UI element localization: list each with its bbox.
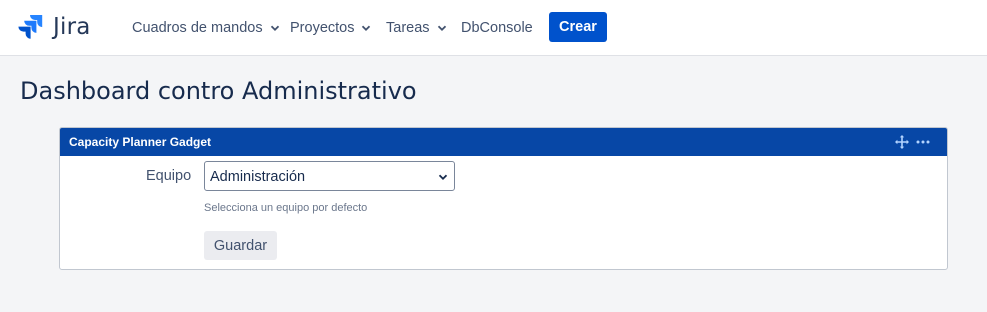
- nav-dbconsole[interactable]: DbConsole: [461, 17, 533, 39]
- page-title: Dashboard contro Administrativo: [20, 77, 417, 105]
- team-select-value: Administración: [210, 169, 306, 185]
- chevron-down-icon: [437, 25, 446, 31]
- chevron-down-icon: [270, 25, 279, 31]
- jira-logo-icon: [18, 14, 44, 40]
- move-icon[interactable]: [894, 134, 910, 150]
- capacity-planner-gadget: Capacity Planner Gadget Equipo Administr…: [59, 127, 948, 270]
- nav-issues-label: Tareas: [386, 20, 430, 36]
- gadget-header: Capacity Planner Gadget: [60, 128, 947, 156]
- chevron-down-icon: [438, 174, 448, 180]
- nav-issues[interactable]: Tareas: [386, 17, 447, 39]
- chevron-down-icon: [362, 25, 371, 31]
- create-button[interactable]: Crear: [549, 12, 607, 42]
- top-navigation: Jira Cuadros de mandos Proyectos Tareas …: [0, 0, 987, 56]
- team-label: Equipo: [146, 168, 192, 184]
- jira-wordmark: Jira: [53, 14, 91, 40]
- nav-projects-label: Proyectos: [290, 20, 355, 36]
- more-icon[interactable]: [915, 134, 931, 150]
- team-help-text: Selecciona un equipo por defecto: [204, 202, 368, 214]
- save-button[interactable]: Guardar: [204, 231, 277, 260]
- nav-dashboards[interactable]: Cuadros de mandos: [132, 17, 280, 39]
- nav-projects[interactable]: Proyectos: [290, 17, 371, 39]
- jira-logo[interactable]: Jira: [18, 13, 91, 41]
- nav-dbconsole-label: DbConsole: [461, 20, 533, 36]
- nav-dashboards-label: Cuadros de mandos: [132, 20, 263, 36]
- gadget-title: Capacity Planner Gadget: [69, 135, 212, 149]
- team-select[interactable]: Administración: [204, 161, 455, 191]
